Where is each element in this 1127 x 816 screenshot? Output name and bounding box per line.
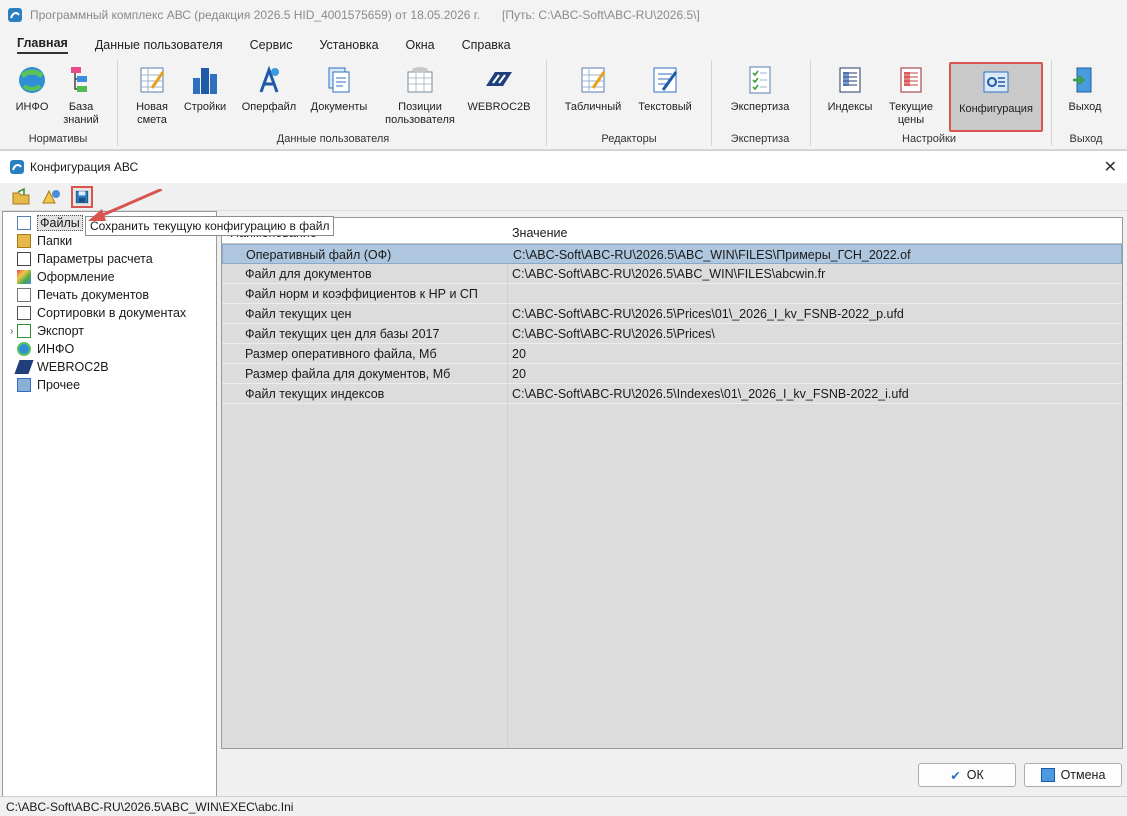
- open-folder-icon[interactable]: [10, 186, 32, 208]
- grid-header: Наименование Значение: [222, 218, 1122, 244]
- tree-item-folders[interactable]: Папки: [17, 232, 72, 250]
- info-globe-icon: [19, 67, 45, 93]
- knowledge-base-icon: [71, 67, 87, 92]
- status-bar: C:\ABC-Soft\ABC-RU\2026.5\ABC_WIN\EXEC\a…: [0, 796, 1127, 816]
- ribbon-separator: [810, 60, 811, 146]
- table-editor-icon: [581, 67, 606, 93]
- menu-install[interactable]: Установка: [319, 38, 378, 52]
- window-title: Программный комплекс АВС (редакция 2026.…: [30, 8, 481, 22]
- ribbon-separator: [117, 60, 118, 146]
- table-row[interactable]: Размер файла для документов, Мб 20: [222, 364, 1122, 384]
- buildings-icon: [193, 68, 217, 94]
- ribbon-exit-button[interactable]: Выход: [1062, 62, 1108, 130]
- dialog-titlebar: Конфигурация АВС ✕: [0, 151, 1127, 183]
- ribbon-knowledge-base-button[interactable]: База знаний: [58, 62, 104, 130]
- tree-item-sorting[interactable]: Сортировки в документах: [17, 304, 186, 322]
- ribbon-stroyki-button[interactable]: Стройки: [180, 62, 230, 130]
- cancel-button[interactable]: Отмена: [1024, 763, 1122, 787]
- settings-grid: Наименование Значение Оперативный файл (…: [221, 217, 1123, 749]
- table-row[interactable]: Размер оперативного файла, Мб 20: [222, 344, 1122, 364]
- cancel-exit-icon: [1040, 768, 1055, 782]
- ribbon-separator: [711, 60, 712, 146]
- group-label-settings: Настройки: [902, 133, 956, 145]
- file-icon: [17, 216, 31, 230]
- col-value-header[interactable]: Значение: [512, 226, 567, 240]
- ribbon: ИНФО База знаний Нормативы Новая смета Стр…: [0, 58, 1127, 150]
- app-logo-icon: [8, 8, 22, 22]
- table-row[interactable]: Файл текущих индексов C:\ABC-Soft\ABC-RU\…: [222, 384, 1122, 404]
- ok-button[interactable]: ✔ ОК: [918, 763, 1016, 787]
- ribbon-user-positions-button[interactable]: Позиции пользователя: [380, 62, 460, 130]
- group-label-user-data: Данные пользователя: [276, 133, 390, 145]
- other-settings-icon: [17, 378, 31, 392]
- ribbon-new-estimate-button[interactable]: Новая смета: [130, 62, 174, 130]
- operfile-icon: [259, 65, 279, 93]
- info-globe-icon: [17, 342, 31, 356]
- app-logo-icon: [10, 160, 24, 174]
- red-pointer-arrow: [88, 189, 162, 221]
- current-prices-icon: [900, 67, 922, 93]
- group-label-normativy: Нормативы: [28, 133, 88, 145]
- group-label-editors: Редакторы: [601, 133, 657, 145]
- palette-icon: [17, 270, 31, 284]
- config-dialog: Конфигурация АВС ✕ Сохранить текущую кон…: [0, 150, 1127, 816]
- expand-chevron-icon[interactable]: ›: [10, 326, 13, 337]
- ribbon-separator: [546, 60, 547, 146]
- user-positions-icon: [407, 67, 433, 93]
- menu-bar: Главная Данные пользователя Сервис Устан…: [0, 34, 1127, 56]
- table-row[interactable]: Файл текущих цен для базы 2017 C:\ABC-Sof…: [222, 324, 1122, 344]
- menu-help[interactable]: Справка: [462, 38, 511, 52]
- ribbon-operfile-button[interactable]: Оперфайл: [238, 62, 300, 130]
- tree-item-webroc[interactable]: WEBROC2B: [14, 358, 109, 376]
- ribbon-table-editor-button[interactable]: Табличный: [560, 62, 626, 130]
- table-row[interactable]: Оперативный файл (ОФ) C:\ABC-Soft\ABC-RU\…: [222, 244, 1122, 264]
- export-icon: [17, 324, 31, 338]
- menu-user-data[interactable]: Данные пользователя: [95, 38, 223, 52]
- table-row[interactable]: Файл текущих цен C:\ABC-Soft\ABC-RU\2026.…: [222, 304, 1122, 324]
- ribbon-expertise-button[interactable]: Экспертиза: [724, 62, 796, 130]
- sort-icon: [17, 306, 31, 320]
- tree-item-other[interactable]: Прочее: [17, 376, 80, 394]
- window-path: [Путь: C:\ABC-Soft\ABC-RU\2026.5\]: [502, 8, 700, 22]
- tree-item-calc-params[interactable]: Параметры расчета: [17, 250, 153, 268]
- group-label-exit: Выход: [1069, 133, 1103, 145]
- webroc-logo-icon: [14, 360, 34, 374]
- menu-windows[interactable]: Окна: [406, 38, 435, 52]
- window-titlebar: Программный комплекс АВС (редакция 2026.…: [0, 0, 1127, 30]
- expertise-icon: [749, 66, 771, 94]
- documents-icon: [328, 67, 350, 93]
- tree-item-print-docs[interactable]: Печать документов: [17, 286, 149, 304]
- menu-service[interactable]: Сервис: [250, 38, 293, 52]
- table-row[interactable]: Файл для документов C:\ABC-Soft\ABC-RU\20…: [222, 264, 1122, 284]
- ribbon-text-editor-button[interactable]: Текстовый: [632, 62, 698, 130]
- load-default-config-icon[interactable]: [40, 186, 62, 208]
- ribbon-configuration-button[interactable]: Конфигурация: [949, 62, 1043, 132]
- print-doc-icon: [17, 288, 31, 302]
- config-tree: Файлы Папки Параметры расчета Оформление…: [2, 211, 217, 803]
- webroc-logo-icon: [486, 72, 512, 86]
- tree-item-info[interactable]: ИНФО: [17, 340, 74, 358]
- dialog-title: Конфигурация АВС: [30, 160, 139, 174]
- folder-icon: [17, 234, 31, 248]
- configuration-icon: [983, 71, 1009, 93]
- ribbon-current-prices-button[interactable]: Текущие цены: [882, 62, 940, 130]
- ribbon-webroc-button[interactable]: WEBROC2B: [466, 62, 532, 130]
- ribbon-separator: [1051, 60, 1052, 146]
- table-row[interactable]: Файл норм и коэффициентов к НР и СП: [222, 284, 1122, 304]
- ribbon-indexes-button[interactable]: Индексы: [822, 62, 878, 130]
- exit-door-icon: [1073, 67, 1092, 93]
- group-label-expertise: Экспертиза: [730, 133, 790, 145]
- ribbon-info-button[interactable]: ИНФО: [10, 62, 54, 130]
- indexes-icon: [839, 67, 861, 93]
- dialog-toolbar: [0, 183, 1127, 221]
- checkmark-icon: ✔: [950, 768, 961, 783]
- ribbon-documents-button[interactable]: Документы: [306, 62, 372, 130]
- new-estimate-icon: [140, 67, 165, 93]
- menu-glavnaya[interactable]: Главная: [17, 36, 68, 54]
- tree-item-design[interactable]: Оформление: [17, 268, 115, 286]
- text-editor-icon: [653, 67, 678, 93]
- tree-item-export[interactable]: Экспорт: [17, 322, 84, 340]
- close-icon[interactable]: ✕: [1104, 157, 1117, 177]
- calc-params-icon: [17, 252, 31, 266]
